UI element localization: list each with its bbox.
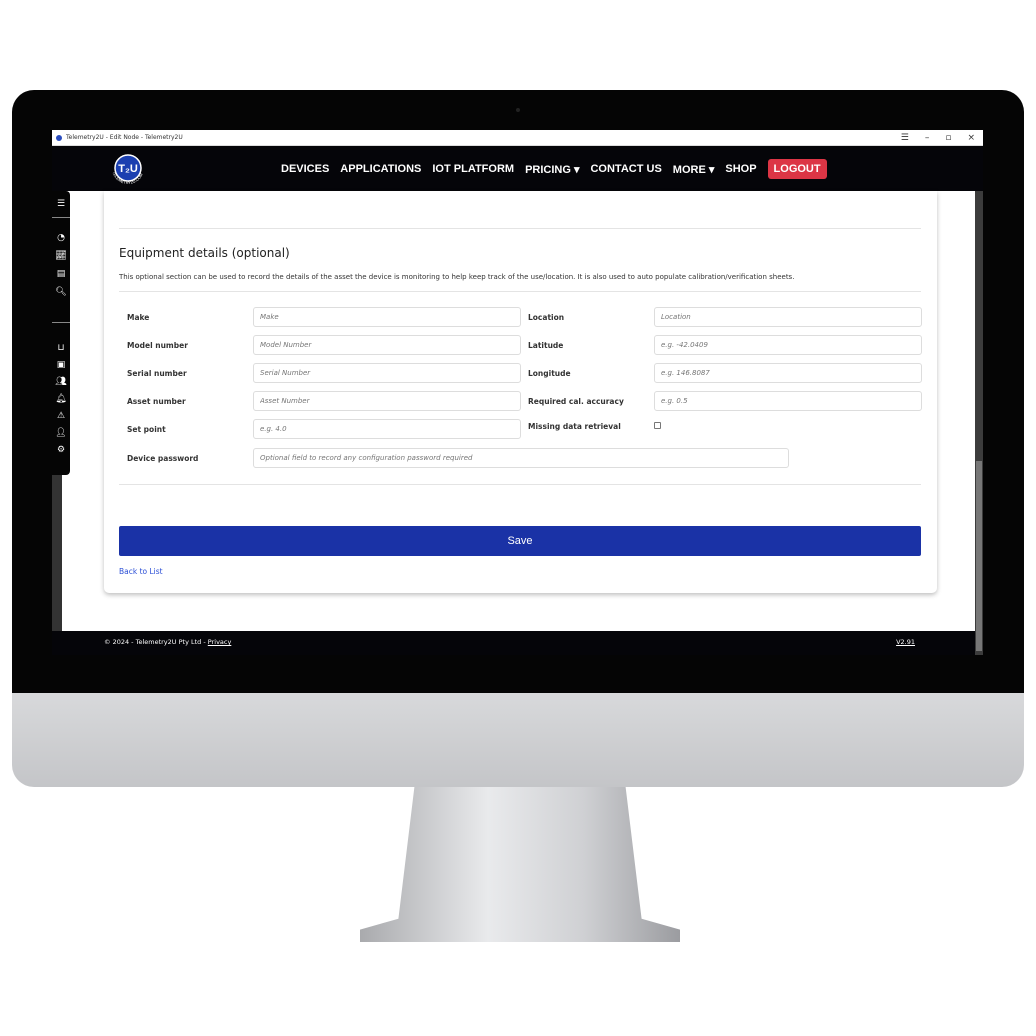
version-link[interactable]: V2.91	[896, 638, 915, 646]
cal-accuracy-label: Required cal. accuracy	[528, 397, 624, 406]
footer: © 2024 - Telemetry2U Pty Ltd - Privacy V…	[52, 631, 975, 655]
navbar: T₂U TELEMETRY2U.COM DEVICES APPLICATIONS…	[52, 146, 983, 191]
divider	[119, 291, 921, 292]
monitor-chin	[12, 693, 1024, 787]
section-description: This optional section can be used to rec…	[119, 273, 795, 281]
window-title: Telemetry2U - Edit Node - Telemetry2U	[66, 134, 183, 141]
maximize-icon[interactable]: ▫	[945, 133, 951, 143]
device-password-input[interactable]	[253, 448, 789, 468]
asset-number-input[interactable]	[253, 391, 521, 411]
dashboard-icon[interactable]: ◔	[55, 233, 67, 244]
section-title: Equipment details (optional)	[119, 246, 290, 260]
report-icon[interactable]: ▤	[55, 269, 67, 280]
set-point-label: Set point	[127, 425, 166, 434]
cal-accuracy-input[interactable]	[654, 391, 922, 411]
monitor-stand	[360, 787, 680, 942]
scrollbar-thumb[interactable]	[976, 461, 982, 651]
back-to-list-link[interactable]: Back to List	[119, 567, 163, 576]
copyright-text: © 2024 - Telemetry2U Pty Ltd -	[104, 638, 208, 646]
logout-button[interactable]: LOGOUT	[767, 159, 827, 179]
sidebar: ☰ ◔ 📈︎ ▤ 🔍︎ ⊔ ▣ 👥︎ 🔔︎ ⚠ 👤︎ ⚙	[52, 191, 70, 475]
location-label: Location	[528, 313, 565, 322]
device-password-label: Device password	[127, 454, 199, 463]
make-input[interactable]	[253, 307, 521, 327]
menu-icon[interactable]: ☰	[55, 199, 67, 210]
menu-icon[interactable]: ☰	[901, 133, 909, 143]
asset-number-label: Asset number	[127, 397, 186, 406]
longitude-label: Longitude	[528, 369, 571, 378]
nav-contact-us[interactable]: CONTACT US	[590, 163, 661, 175]
svg-text:T₂U: T₂U	[118, 163, 138, 175]
bell-icon[interactable]: 🔔︎	[55, 394, 67, 405]
missing-data-checkbox[interactable]	[654, 422, 661, 429]
logo[interactable]: T₂U TELEMETRY2U.COM	[107, 149, 149, 189]
privacy-link[interactable]: Privacy	[208, 638, 232, 646]
serial-number-input[interactable]	[253, 363, 521, 383]
missing-data-label: Missing data retrieval	[528, 422, 621, 431]
warning-icon[interactable]: ⚠	[55, 411, 67, 422]
latitude-label: Latitude	[528, 341, 564, 350]
divider	[119, 484, 921, 485]
minimize-icon[interactable]: –	[925, 133, 930, 143]
latitude-input[interactable]	[654, 335, 922, 355]
window-titlebar: Telemetry2U - Edit Node - Telemetry2U ☰ …	[52, 130, 983, 146]
chart-icon[interactable]: 📈︎	[55, 251, 67, 262]
settings-report-icon[interactable]: ⚙	[55, 445, 67, 456]
save-button[interactable]: Save	[119, 526, 921, 556]
nav-shop[interactable]: SHOP	[725, 163, 756, 175]
location-input[interactable]	[654, 307, 922, 327]
close-icon[interactable]: ×	[967, 133, 975, 143]
gateway-icon[interactable]: ⊔	[55, 343, 67, 354]
make-label: Make	[127, 313, 150, 322]
main-content: Equipment details (optional) This option…	[52, 191, 975, 631]
nav-more[interactable]: MORE ▾	[673, 163, 715, 176]
longitude-input[interactable]	[654, 363, 922, 383]
screen: Telemetry2U - Edit Node - Telemetry2U ☰ …	[52, 130, 983, 655]
app-icon	[56, 134, 62, 141]
users-icon[interactable]: 👥︎	[55, 377, 67, 388]
alert-user-icon[interactable]: 👤︎	[55, 428, 67, 439]
model-number-label: Model number	[127, 341, 188, 350]
nav-iot-platform[interactable]: IOT PLATFORM	[432, 163, 514, 175]
sidebar-track	[52, 475, 62, 631]
nav-pricing[interactable]: PRICING ▾	[525, 163, 579, 176]
scrollbar[interactable]	[975, 191, 983, 655]
nav-applications[interactable]: APPLICATIONS	[340, 163, 421, 175]
divider	[119, 228, 921, 229]
monitor-camera	[516, 108, 520, 112]
set-point-input[interactable]	[253, 419, 521, 439]
model-number-input[interactable]	[253, 335, 521, 355]
serial-number-label: Serial number	[127, 369, 187, 378]
search-report-icon[interactable]: 🔍︎	[55, 287, 67, 298]
equipment-card: Equipment details (optional) This option…	[104, 191, 937, 593]
device-icon[interactable]: ▣	[55, 360, 67, 371]
nav-devices[interactable]: DEVICES	[281, 163, 329, 175]
